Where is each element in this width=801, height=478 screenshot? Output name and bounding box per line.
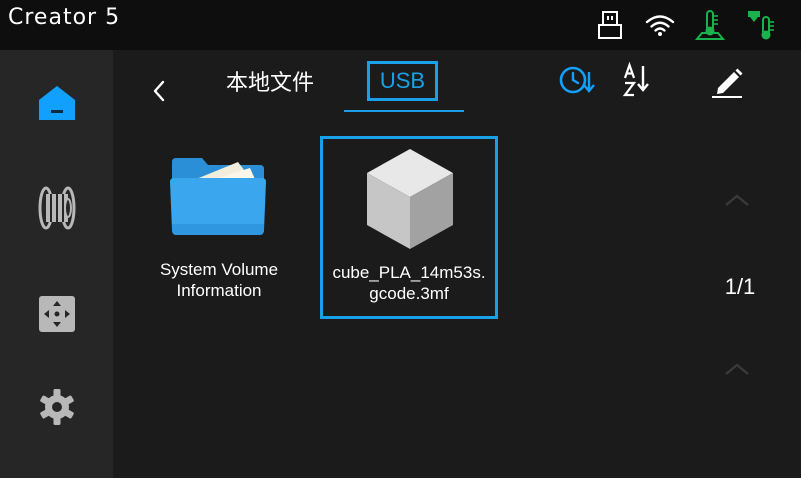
gear-icon [38,388,76,431]
nav-settings[interactable] [32,384,82,434]
app-title: Creator 5 [8,5,121,30]
chevron-up-icon [725,363,749,375]
active-tab-indicator [344,110,464,112]
chevron-left-icon [153,80,165,102]
nozzle-temperature-icon [746,9,776,48]
sort-by-time-button[interactable] [557,62,597,100]
home-icon [37,83,77,128]
model-cube-icon [365,147,455,256]
back-button[interactable] [148,78,172,104]
page-up-button[interactable] [724,193,750,207]
file-name-line1: cube_PLA_14m53s. [332,263,486,282]
file-name-line1: System Volume [159,260,279,279]
tab-local-files[interactable]: 本地文件 [226,66,326,100]
chevron-up-icon [725,194,749,206]
move-control-icon [38,295,76,338]
folder-icon [168,156,268,243]
file-name-line2: gcode.3mf [369,284,449,303]
file-name-line2: Information [176,281,262,300]
file-item-system-volume-information[interactable]: System Volume Information [130,136,308,319]
status-bar: Creator 5 [0,0,801,50]
sort-by-time-icon [557,66,597,104]
edit-button[interactable] [708,62,748,100]
sort-alphabetical-button[interactable] [621,61,661,100]
edit-icon [708,68,748,104]
nav-move[interactable] [32,291,82,341]
tab-usb-label: USB [379,68,426,93]
file-item-cube-pla[interactable]: cube_PLA_14m53s. gcode.3mf [320,136,498,319]
wifi-icon [645,13,675,42]
usb-icon [596,10,624,45]
page-indicator: 1/1 [724,274,756,299]
nav-filament[interactable] [32,185,82,235]
sort-alphabetical-icon [621,61,661,104]
bed-temperature-icon [693,9,727,48]
tab-usb[interactable]: USB [367,61,438,101]
filament-spool-icon [37,185,77,236]
page-down-button[interactable] [724,362,750,376]
nav-home[interactable] [32,80,82,130]
